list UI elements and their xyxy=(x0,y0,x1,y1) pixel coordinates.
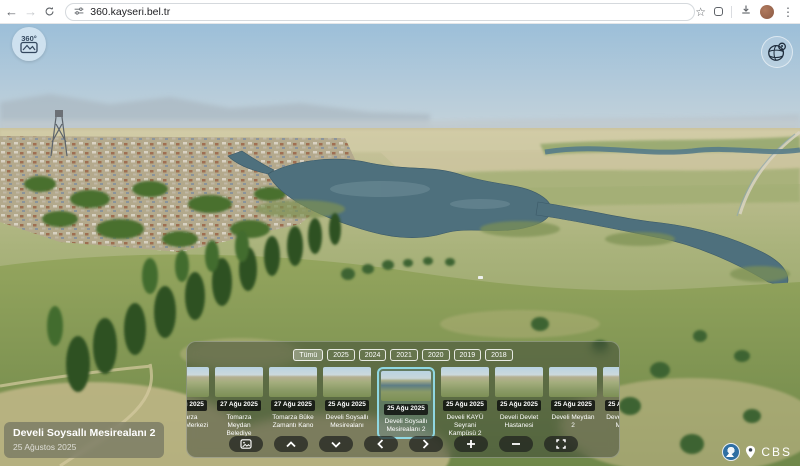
year-filter-chip[interactable]: 2019 xyxy=(454,349,482,361)
download-icon[interactable] xyxy=(740,3,752,21)
year-filter-chip[interactable]: 2024 xyxy=(359,349,387,361)
thumbnail-date-badge: 25 Ağu 2025 xyxy=(443,400,487,411)
back-icon[interactable]: ← xyxy=(4,3,19,21)
year-filter-chip[interactable]: 2020 xyxy=(422,349,450,361)
site-settings-icon[interactable] xyxy=(74,3,84,21)
thumbnail-date-badge: 27 Ağu 2025 xyxy=(187,400,207,411)
thumbnail-date-badge: 25 Ağu 2025 xyxy=(325,400,369,411)
year-filter-chip[interactable]: 2025 xyxy=(327,349,355,361)
panorama-thumbnail[interactable] xyxy=(323,367,371,397)
gallery-button[interactable] xyxy=(229,436,263,452)
carousel-item[interactable]: 25 Ağu 2025 Develi Gençlik Merkezi xyxy=(603,367,619,430)
pan-down-button[interactable] xyxy=(319,436,353,452)
zoom-in-button[interactable] xyxy=(454,436,488,452)
carousel-item[interactable]: 27 Ağu 2025 Tomarza Büke Zamantı Kano xyxy=(269,367,317,430)
carousel-item[interactable]: 25 Ağu 2025 Develi Meydan 2 xyxy=(549,367,597,430)
fullscreen-button[interactable] xyxy=(544,436,578,452)
carousel-item[interactable]: 25 Ağu 2025 Develi Soysallı Mesirealanı … xyxy=(377,367,435,439)
panorama-thumbnail[interactable] xyxy=(187,367,209,397)
toolbar-divider xyxy=(731,6,732,18)
thumbnail-title: Develi Devlet Hastanesi xyxy=(495,414,543,431)
thumbnail-title: Develi Gençlik Merkezi xyxy=(603,414,619,431)
year-filter-tabs: Tümü 2025 20242021 2020 20192018 xyxy=(187,349,619,361)
url-text[interactable]: 360.kayseri.bel.tr xyxy=(90,6,170,18)
year-filter-chip[interactable]: 2021 xyxy=(390,349,418,361)
gallery-panel: Tümü 2025 20242021 2020 20192018 27 Ağu 2025… xyxy=(186,341,620,458)
year-filter-chip[interactable]: 2018 xyxy=(485,349,513,361)
location-title: Develi Soysallı Mesirealanı 2 xyxy=(13,427,155,439)
viewer-logo-badge[interactable]: 360° xyxy=(12,27,46,61)
globe-pin-icon xyxy=(766,41,788,63)
thumbnail-date-badge: 27 Ağu 2025 xyxy=(217,400,261,411)
panorama-thumbnail[interactable] xyxy=(549,367,597,397)
thumbnail-date-badge: 25 Ağu 2025 xyxy=(384,404,428,415)
thumbnail-title: Develi Soysallı Mesirealanı 2 xyxy=(380,418,432,435)
cbs-attribution[interactable]: CBS xyxy=(722,443,792,461)
thumbnail-date-badge: 27 Ağu 2025 xyxy=(271,400,315,411)
forward-icon[interactable]: → xyxy=(23,3,38,21)
thumbnail-date-badge: 25 Ağu 2025 xyxy=(497,400,541,411)
browser-toolbar: ← → 360.kayseri.bel.tr ☆ ⋮ xyxy=(0,0,800,24)
address-bar[interactable]: 360.kayseri.bel.tr xyxy=(65,3,695,21)
menu-kebab-icon[interactable]: ⋮ xyxy=(782,6,794,18)
pan-right-button[interactable] xyxy=(409,436,443,452)
thumbnail-carousel[interactable]: 27 Ağu 2025 Tomarza Gençlik Merkezi 2 27… xyxy=(187,367,619,439)
panorama-thumbnail[interactable] xyxy=(603,367,619,397)
mountains-icon xyxy=(23,46,35,51)
cbs-label: CBS xyxy=(761,445,792,459)
municipality-logo xyxy=(722,443,740,461)
panorama-thumbnail[interactable] xyxy=(495,367,543,397)
thumbnail-date-badge: 25 Ağu 2025 xyxy=(551,400,595,411)
thumbnail-title: Tomarza Büke Zamantı Kano xyxy=(269,414,317,431)
viewer-logo-360-text: 360° xyxy=(21,34,37,43)
map-view-button[interactable] xyxy=(761,36,793,68)
side-panel-icon[interactable] xyxy=(714,7,723,16)
panorama-thumbnail[interactable] xyxy=(441,367,489,397)
location-pin-icon xyxy=(745,445,756,459)
location-info-box: Develi Soysallı Mesirealanı 2 25 Ağustos… xyxy=(4,422,164,458)
location-date: 25 Ağustos 2025 xyxy=(13,442,155,452)
thumbnail-title: Develi Meydan 2 xyxy=(549,414,597,431)
thumbnail-title: Develi Soysallı Mesirealanı xyxy=(323,414,371,431)
thumbnail-date-badge: 25 Ağu 2025 xyxy=(605,400,619,411)
carousel-item[interactable]: 25 Ağu 2025 Develi KAYÜ Seyrani Kampüsü … xyxy=(441,367,489,439)
bookmark-star-icon[interactable]: ☆ xyxy=(695,6,706,18)
viewer-controls xyxy=(187,436,619,452)
year-filter-chip[interactable]: Tümü xyxy=(293,349,323,361)
panorama-thumbnail[interactable] xyxy=(215,367,263,397)
pan-up-button[interactable] xyxy=(274,436,308,452)
reload-icon[interactable] xyxy=(42,3,57,21)
carousel-item[interactable]: 25 Ağu 2025 Develi Devlet Hastanesi xyxy=(495,367,543,430)
carousel-item[interactable]: 25 Ağu 2025 Develi Soysallı Mesirealanı xyxy=(323,367,371,430)
panorama-thumbnail[interactable] xyxy=(381,371,431,401)
carousel-item[interactable]: 27 Ağu 2025 Tomarza Gençlik Merkezi 2 xyxy=(187,367,209,439)
carousel-item[interactable]: 27 Ağu 2025 Tomarza Meydan Belediye xyxy=(215,367,263,439)
zoom-out-button[interactable] xyxy=(499,436,533,452)
pan-left-button[interactable] xyxy=(364,436,398,452)
panorama-thumbnail[interactable] xyxy=(269,367,317,397)
app-window: ← → 360.kayseri.bel.tr ☆ ⋮ xyxy=(0,0,800,466)
profile-avatar[interactable] xyxy=(760,5,774,19)
